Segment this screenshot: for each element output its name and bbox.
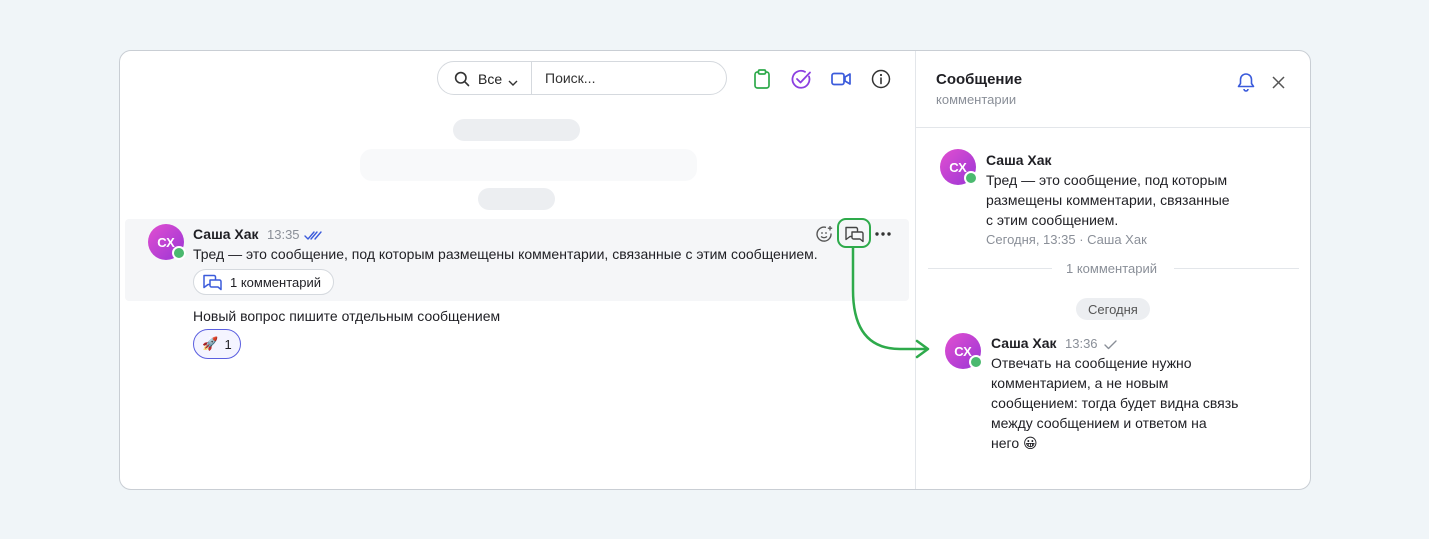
message-text: Тред — это сообщение, под которым размещ… xyxy=(193,246,818,262)
avatar-initials: СХ xyxy=(157,234,175,250)
root-text-line: с этим сообщением. xyxy=(986,212,1119,228)
reply-time: 13:36 xyxy=(1065,336,1098,351)
close-icon[interactable] xyxy=(1272,76,1285,94)
avatar[interactable]: СХ xyxy=(148,224,186,260)
comment-count: 1 комментарий xyxy=(1066,261,1157,276)
search-separator xyxy=(531,62,532,94)
search-bar[interactable]: Все xyxy=(437,61,727,95)
root-text-line: размещены комментарии, связанные xyxy=(986,192,1230,208)
separator-line xyxy=(1174,268,1299,269)
online-status-dot xyxy=(969,355,983,369)
root-meta: Сегодня, 13:35 · Саша Хак xyxy=(986,232,1147,247)
date-separator: Сегодня xyxy=(1076,298,1150,320)
reaction-count: 1 xyxy=(224,336,232,352)
skeleton-bar xyxy=(478,188,555,210)
thread-panel: Сообщение комментарии СХ Саша Хак Тред —… xyxy=(916,51,1310,489)
avatar-initials: СХ xyxy=(954,343,972,359)
panel-header-divider xyxy=(916,127,1310,128)
panel-title: Сообщение xyxy=(936,71,1023,88)
root-text-line: Тред — это сообщение, под которым xyxy=(986,172,1228,188)
skeleton-bar xyxy=(360,149,697,181)
bell-icon[interactable] xyxy=(1237,72,1255,97)
panel-subtitle: комментарии xyxy=(936,92,1017,107)
online-status-dot xyxy=(172,246,186,260)
reply-author[interactable]: Саша Хак xyxy=(991,335,1057,351)
comments-icon xyxy=(202,274,222,291)
avatar[interactable]: СХ xyxy=(945,333,983,369)
reply-text-line: комментарием, а не новым xyxy=(991,375,1169,391)
search-input[interactable] xyxy=(545,69,715,87)
double-check-icon xyxy=(304,228,322,246)
root-author[interactable]: Саша Хак xyxy=(986,152,1052,168)
reply-text-line: Отвечать на сообщение нужно xyxy=(991,355,1192,371)
more-options-icon[interactable] xyxy=(872,223,894,245)
reaction-button[interactable]: 🚀 1 xyxy=(193,329,241,359)
avatar[interactable]: СХ xyxy=(940,149,978,185)
add-reaction-icon[interactable] xyxy=(813,223,835,245)
reply-text-line: между сообщением и ответом на xyxy=(991,415,1207,431)
chat-area: Все СХ Саша Хак 13:35 xyxy=(120,51,915,489)
search-icon xyxy=(454,71,470,92)
video-call-icon[interactable] xyxy=(830,68,852,90)
skeleton-bar xyxy=(453,119,580,141)
task-check-icon[interactable] xyxy=(790,68,812,90)
message-text: Новый вопрос пишите отдельным сообщением xyxy=(193,308,501,324)
thread-button-highlight xyxy=(837,218,871,248)
reply-text-line: сообщением: тогда будет видна связь xyxy=(991,395,1239,411)
check-icon xyxy=(1104,337,1117,355)
app-window: Все СХ Саша Хак 13:35 xyxy=(119,50,1311,490)
reaction-emoji: 🚀 xyxy=(202,336,219,351)
message-author[interactable]: Саша Хак xyxy=(193,226,259,242)
thread-comments-button[interactable]: 1 комментарий xyxy=(193,269,334,295)
clipboard-icon[interactable] xyxy=(751,68,773,90)
online-status-dot xyxy=(964,171,978,185)
thread-comments-label: 1 комментарий xyxy=(230,274,321,290)
reply-text-line: него 😀 xyxy=(991,435,1038,451)
message-time: 13:35 xyxy=(267,227,300,242)
info-icon[interactable] xyxy=(870,68,892,90)
chevron-down-icon[interactable] xyxy=(508,74,518,92)
avatar-initials: СХ xyxy=(949,159,967,175)
separator-line xyxy=(928,268,1052,269)
search-filter-label[interactable]: Все xyxy=(478,71,502,87)
